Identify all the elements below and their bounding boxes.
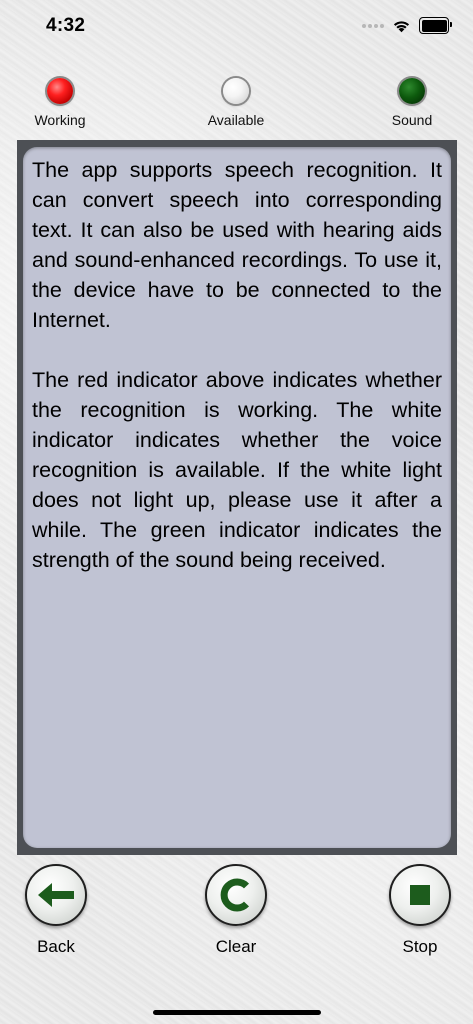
red-indicator-light-icon [47,78,73,104]
wifi-icon [393,20,410,32]
arrow-left-icon [38,883,74,907]
indicator-working: Working [20,78,100,128]
text-panel-frame: The app supports speech recognition. It … [17,140,457,855]
back-button-label: Back [37,937,75,956]
cellular-dots-icon [362,23,384,28]
status-bar: 4:32 [0,0,473,52]
stop-square-icon [410,885,430,905]
clear-button-label: Clear [215,937,257,956]
back-button[interactable]: Back [1,864,111,957]
status-time: 4:32 [46,15,86,36]
indicator-working-label: Working [34,112,86,128]
back-button-circle[interactable] [25,864,87,926]
clear-button[interactable]: Clear [181,864,291,957]
indicator-available: Available [196,78,276,128]
indicator-sound-label: Sound [391,112,433,128]
indicator-available-label: Available [207,112,265,128]
recognized-text-area[interactable]: The app supports speech recognition. It … [23,147,451,848]
stop-button[interactable]: Stop [365,864,473,957]
status-icons [362,17,452,34]
white-indicator-light-icon [223,78,249,104]
panel-paragraph: The red indicator above indicates whethe… [32,368,442,572]
home-indicator[interactable] [153,1010,321,1015]
letter-c-icon [220,878,250,912]
battery-icon [419,17,452,34]
panel-paragraph: The app supports speech recognition. It … [32,158,442,332]
stop-button-circle[interactable] [389,864,451,926]
green-indicator-light-icon [399,78,425,104]
indicator-sound: Sound [372,78,452,128]
clear-button-circle[interactable] [205,864,267,926]
stop-button-label: Stop [402,937,438,956]
